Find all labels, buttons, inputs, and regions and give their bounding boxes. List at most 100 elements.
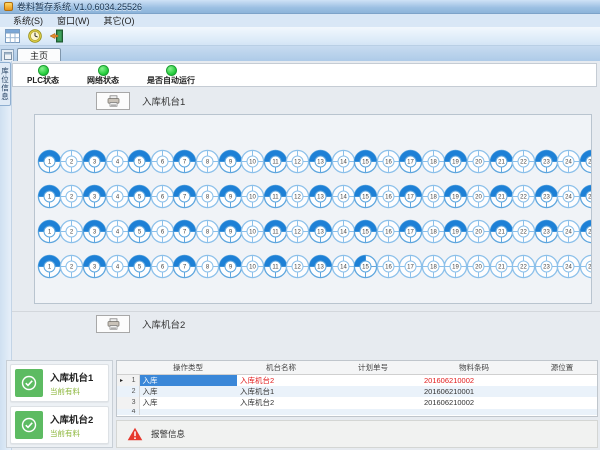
svg-text:22: 22 [520, 230, 527, 236]
cell[interactable] [527, 374, 597, 386]
svg-text:18: 18 [430, 195, 437, 201]
slot-row-4: 1234567891011121314151617181920212223242… [38, 254, 591, 289]
cell[interactable]: 入库机台2 [237, 374, 325, 386]
cell[interactable] [527, 397, 597, 409]
cell[interactable] [325, 386, 421, 398]
cell[interactable] [325, 397, 421, 409]
slot-2-15: 15 [354, 184, 377, 211]
slot-1-23: 23 [535, 149, 558, 176]
svg-text:15: 15 [362, 195, 369, 201]
cell[interactable]: 入库 [139, 397, 237, 409]
schedule-table-button[interactable] [4, 28, 21, 45]
cell[interactable] [237, 409, 325, 415]
slot-2-23: 23 [535, 184, 558, 211]
dock-icon [4, 52, 12, 60]
slot-4-24: 24 [558, 254, 581, 281]
slot-3-23: 23 [535, 219, 558, 246]
cell[interactable]: 201606210002 [421, 397, 527, 409]
cell[interactable]: 入库 [139, 386, 237, 398]
side-collapsed-tab[interactable]: 库位信息 [0, 62, 11, 106]
toolbar [0, 27, 600, 46]
column-header[interactable]: 机台名称 [237, 361, 325, 374]
alarm-label: 报警信息 [151, 428, 185, 440]
table-row-4[interactable]: 4 [117, 409, 597, 415]
table-row-3[interactable]: 3入库入库机台2 201606210002 [117, 397, 597, 409]
column-header[interactable]: 源位置 [527, 361, 597, 374]
slot-3-9: 9 [219, 219, 242, 246]
svg-text:16: 16 [385, 230, 392, 236]
print-button-machine2[interactable] [96, 315, 130, 333]
cell[interactable]: 入库机台2 [237, 397, 325, 409]
clock-button[interactable] [26, 28, 43, 45]
menu-item-other[interactable]: 其它(O) [97, 14, 142, 27]
cell[interactable]: 入库 [139, 374, 237, 386]
exit-button[interactable] [48, 28, 65, 45]
schedule-table-icon [5, 29, 20, 43]
slot-4-15: 15 [354, 254, 377, 281]
row-indicator: 3 [117, 397, 139, 409]
slot-4-25: 25 [580, 254, 592, 281]
cell[interactable]: 201606210002 [421, 374, 527, 386]
cell[interactable] [139, 409, 237, 415]
cell[interactable]: 201606210001 [421, 386, 527, 398]
slot-1-19: 19 [445, 149, 468, 176]
column-header[interactable]: 物料条码 [421, 361, 527, 374]
slot-2-21: 21 [490, 184, 513, 211]
slot-grid-panel: 1234567891011121314151617181920212223242… [34, 114, 592, 304]
slot-2-3: 3 [83, 184, 106, 211]
svg-text:11: 11 [272, 265, 279, 271]
slot-2-1: 1 [38, 184, 61, 211]
svg-text:15: 15 [362, 265, 369, 271]
slot-1-10: 10 [241, 149, 264, 176]
slot-2-18: 18 [422, 184, 445, 211]
svg-text:20: 20 [475, 195, 482, 201]
cell[interactable] [527, 386, 597, 398]
slot-1-6: 6 [151, 149, 174, 176]
print-button-machine1[interactable] [96, 92, 130, 110]
svg-text:20: 20 [475, 160, 482, 166]
table-row-2[interactable]: 2入库入库机台1201606210001 [117, 386, 597, 398]
menu-item-window[interactable]: 窗口(W) [50, 14, 97, 27]
svg-text:11: 11 [272, 195, 279, 201]
table-row-1[interactable]: ▸1入库入库机台2201606210002 [117, 374, 597, 386]
row-indicator: 4 [117, 409, 139, 415]
slot-3-21: 21 [490, 219, 513, 246]
cell[interactable] [421, 409, 527, 415]
slot-2-5: 5 [128, 184, 151, 211]
slot-2-10: 10 [241, 184, 264, 211]
svg-text:19: 19 [453, 160, 460, 166]
slot-3-14: 14 [332, 219, 355, 246]
slot-3-19: 19 [445, 219, 468, 246]
slot-3-22: 22 [512, 219, 535, 246]
slot-4-1: 1 [38, 254, 61, 281]
cell[interactable] [527, 409, 597, 415]
slot-2-7: 7 [174, 184, 197, 211]
slot-4-17: 17 [400, 254, 423, 281]
slot-2-2: 2 [61, 184, 84, 211]
slot-4-2: 2 [61, 254, 84, 281]
slot-3-16: 16 [377, 219, 400, 246]
cell[interactable]: 入库机台1 [237, 386, 325, 398]
slot-3-20: 20 [467, 219, 490, 246]
svg-text:12: 12 [294, 160, 301, 166]
machine-card-title: 入库机台1 [50, 370, 93, 384]
svg-text:13: 13 [317, 160, 324, 166]
status-light-icon [98, 65, 109, 76]
tab-home[interactable]: 主页 [17, 48, 61, 61]
check-icon [15, 411, 43, 439]
menu-item-system[interactable]: 系统(S) [6, 14, 50, 27]
slot-1-14: 14 [332, 149, 355, 176]
slot-1-5: 5 [128, 149, 151, 176]
cell[interactable] [325, 409, 421, 415]
dock-tab[interactable] [1, 49, 14, 61]
column-header[interactable]: 计划单号 [325, 361, 421, 374]
slot-3-6: 6 [151, 219, 174, 246]
cell[interactable] [325, 374, 421, 386]
slot-3-5: 5 [128, 219, 151, 246]
machine-card-status: 当前有料 [50, 428, 93, 439]
column-header[interactable]: 操作类型 [139, 361, 237, 374]
slot-4-16: 16 [377, 254, 400, 281]
machine-card-2: 入库机台2 当前有料 [10, 406, 109, 444]
machine-card-title: 入库机台2 [50, 412, 93, 426]
svg-text:12: 12 [294, 195, 301, 201]
